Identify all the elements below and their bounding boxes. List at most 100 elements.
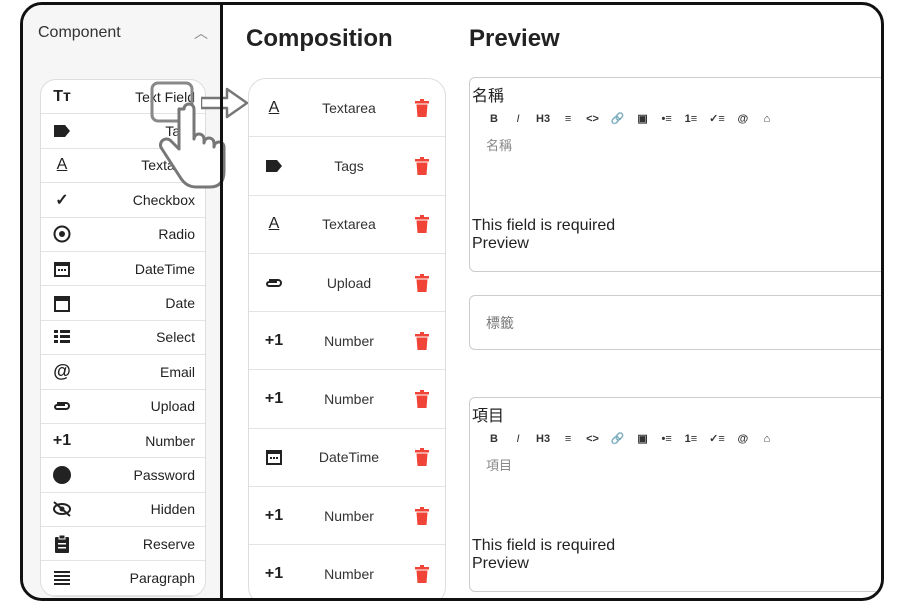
textarea-icon: A: [268, 98, 280, 116]
component-header[interactable]: Component ︿: [38, 21, 208, 45]
ordered-list-icon[interactable]: 1≡: [685, 113, 698, 125]
plus-one-icon: +1: [264, 390, 284, 408]
align-icon[interactable]: ≡: [562, 113, 574, 125]
image-icon[interactable]: ▣: [637, 112, 649, 125]
trash-icon[interactable]: [413, 331, 431, 351]
component-item-date[interactable]: Date: [41, 286, 205, 321]
component-label: Paragraph: [129, 570, 195, 587]
component-item-paragraph[interactable]: Paragraph: [41, 561, 205, 596]
heading-button[interactable]: H3: [536, 113, 550, 125]
link-icon[interactable]: 🔗: [611, 432, 625, 445]
mention-icon[interactable]: @: [737, 113, 749, 125]
composition-item[interactable]: DateTime: [249, 429, 445, 488]
align-icon[interactable]: ≡: [562, 433, 574, 445]
task-list-icon[interactable]: ✓≡: [709, 432, 725, 445]
chevron-up-icon[interactable]: ︿: [194, 23, 208, 43]
trash-icon[interactable]: [413, 98, 431, 118]
composition-item[interactable]: A Textarea: [249, 79, 445, 138]
italic-button[interactable]: I: [512, 113, 524, 125]
trash-icon[interactable]: [413, 564, 431, 584]
preview-label: Preview: [472, 555, 529, 572]
ordered-list-icon[interactable]: 1≡: [685, 433, 698, 445]
composition-item[interactable]: +1 Number: [249, 370, 445, 429]
paperclip-icon: [263, 278, 285, 288]
textarea-icon: A: [268, 215, 280, 233]
plus-one-icon: +1: [264, 506, 284, 524]
component-item-upload[interactable]: Upload: [41, 390, 205, 424]
composition-item[interactable]: +1 Number: [249, 487, 445, 546]
component-label: Date: [165, 295, 195, 312]
composition-label: Upload: [326, 274, 372, 291]
field-label: 名稱: [472, 88, 505, 105]
composition-label: DateTime: [318, 449, 380, 466]
composition-label: Textarea: [322, 99, 376, 116]
component-item-number[interactable]: +1 Number: [41, 424, 205, 459]
bold-button[interactable]: B: [488, 433, 500, 445]
tag-icon[interactable]: ⌂: [761, 113, 773, 125]
bold-button[interactable]: B: [488, 113, 500, 125]
component-item-radio[interactable]: Radio: [41, 218, 205, 252]
component-title: Component: [38, 24, 121, 41]
composition-label: Number: [324, 507, 374, 524]
composition-item[interactable]: +1 Number: [249, 545, 445, 598]
composition-label: Textarea: [322, 216, 376, 233]
bullet-list-icon[interactable]: •≡: [661, 433, 673, 445]
composition-item[interactable]: Upload: [249, 254, 445, 313]
component-label: Password: [133, 466, 195, 483]
italic-button[interactable]: I: [512, 433, 524, 445]
bullet-list-icon[interactable]: •≡: [661, 113, 673, 125]
composition-label: Number: [324, 566, 374, 583]
component-item-datetime[interactable]: DateTime: [41, 252, 205, 287]
trash-icon[interactable]: [413, 214, 431, 234]
tags-input[interactable]: 標籤: [469, 295, 881, 350]
trash-icon[interactable]: [413, 156, 431, 176]
component-label: Number: [145, 432, 195, 449]
tag-icon[interactable]: ⌂: [761, 433, 773, 445]
plus-one-icon: +1: [264, 331, 284, 349]
tag-icon: [263, 159, 285, 172]
composition-item[interactable]: Tags: [249, 137, 445, 196]
component-label: Select: [156, 329, 195, 346]
calendar-icon: [51, 294, 73, 313]
editor-toolbar: B I H3 ≡ <> 🔗 ▣ •≡ 1≡ ✓≡ @ ⌂: [470, 106, 881, 131]
paperclip-icon: [51, 401, 73, 411]
preview-rich-text-2: 項目 B I H3 ≡ <> 🔗 ▣ •≡ 1≡ ✓≡ @ ⌂ 項目 This …: [469, 397, 881, 592]
composition-item[interactable]: A Textarea: [249, 196, 445, 254]
component-label: Upload: [150, 398, 195, 415]
component-item-password[interactable]: Password: [41, 458, 205, 493]
text-field-icon: Tт: [53, 87, 71, 105]
trash-icon[interactable]: [413, 273, 431, 293]
heading-button[interactable]: H3: [536, 433, 550, 445]
component-label: Radio: [158, 226, 195, 243]
composition-label: Tags: [334, 157, 364, 174]
calendar-clock-icon: [51, 261, 73, 277]
component-item-reserve[interactable]: Reserve: [41, 527, 205, 562]
validation-error: This field is required: [472, 217, 616, 234]
sidebar-divider: [220, 5, 223, 598]
image-icon[interactable]: ▣: [637, 432, 649, 445]
radio-icon: [51, 225, 73, 243]
preview-label: Preview: [472, 235, 529, 252]
component-item-hidden[interactable]: Hidden: [41, 493, 205, 528]
editor-placeholder[interactable]: 項目: [470, 451, 881, 537]
component-item-email[interactable]: @ Email: [41, 355, 205, 390]
editor-placeholder[interactable]: 名稱: [470, 131, 881, 217]
calendar-clock-icon: [263, 449, 285, 466]
component-item-select[interactable]: Select: [41, 321, 205, 356]
link-icon[interactable]: 🔗: [611, 112, 625, 125]
composition-list: A Textarea Tags A Textarea Upload +1 Num…: [248, 78, 446, 598]
component-label: Email: [159, 363, 195, 380]
trash-icon[interactable]: [413, 389, 431, 409]
trash-icon[interactable]: [413, 447, 431, 467]
code-icon[interactable]: <>: [586, 433, 599, 445]
task-list-icon[interactable]: ✓≡: [709, 112, 725, 125]
paragraph-icon: [51, 571, 73, 586]
code-icon[interactable]: <>: [586, 113, 599, 125]
mention-icon[interactable]: @: [737, 433, 749, 445]
component-label: Reserve: [142, 535, 195, 552]
plus-one-icon: +1: [264, 565, 284, 583]
trash-icon[interactable]: [413, 506, 431, 526]
composition-item[interactable]: +1 Number: [249, 312, 445, 371]
list-icon: [51, 330, 73, 344]
component-sidebar: Component ︿ Tт Text Field Tags A Textare…: [23, 5, 226, 598]
